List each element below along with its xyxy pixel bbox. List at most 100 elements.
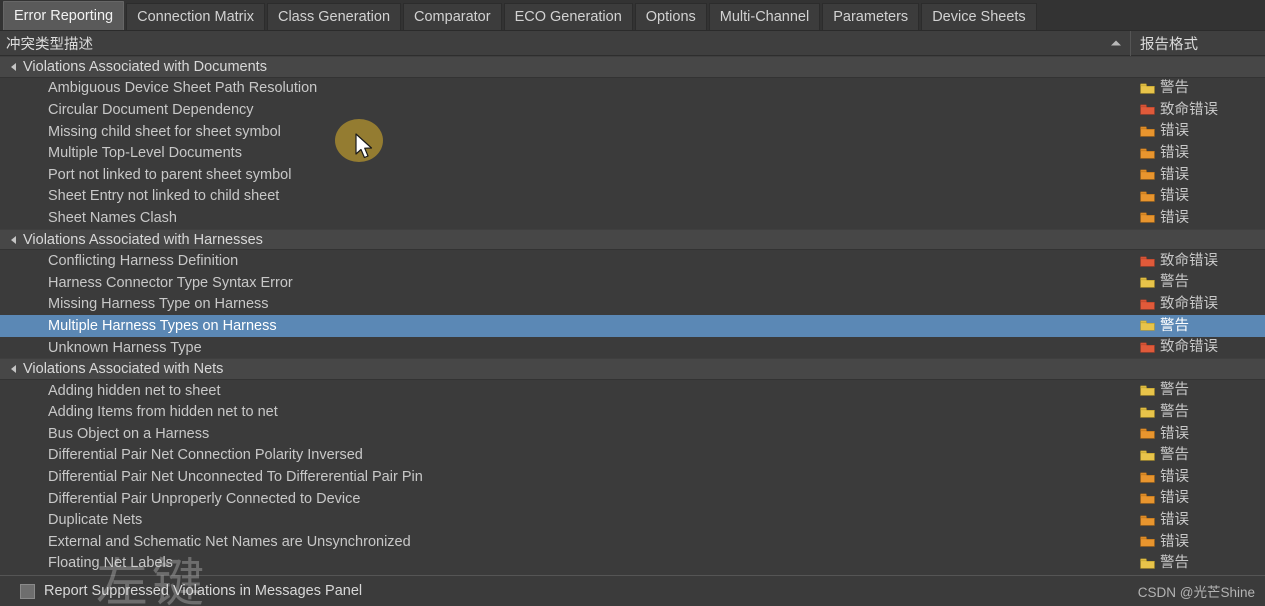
violation-row[interactable]: Adding Items from hidden net to net 警告 [0,401,1265,424]
violation-group-header[interactable]: Violations Associated with Documents [0,56,1265,78]
report-format-cell[interactable]: 错误 [1140,488,1189,510]
violation-name: Differential Pair Unproperly Connected t… [48,490,361,507]
report-format-label: 错误 [1160,512,1189,529]
violation-name: External and Schematic Net Names are Uns… [48,533,411,550]
folder-icon-error [1140,493,1155,504]
report-format-label: 警告 [1160,382,1189,399]
violation-name: Circular Document Dependency [48,101,254,118]
report-format-cell[interactable]: 错误 [1140,509,1189,531]
collapse-triangle-icon[interactable] [11,365,16,374]
report-format-cell[interactable]: 错误 [1140,186,1189,208]
violation-row[interactable]: Port not linked to parent sheet symbol 错误 [0,163,1265,186]
violation-row[interactable]: Differential Pair Net Connection Polarit… [0,444,1265,467]
column-header-description[interactable]: 冲突类型描述 [0,30,1131,56]
folder-icon-warning [1140,277,1155,288]
violation-name: Adding hidden net to sheet [48,382,221,399]
report-suppressed-violations-checkbox[interactable] [20,583,35,599]
violation-name: Unknown Harness Type [48,339,202,356]
report-format-label: 错误 [1160,468,1189,485]
report-format-label: 错误 [1160,209,1189,226]
tab-class-generation[interactable]: Class Generation [266,3,402,30]
report-format-cell[interactable]: 错误 [1140,466,1189,488]
folder-icon-warning [1140,321,1155,332]
report-format-cell[interactable]: 错误 [1140,531,1189,553]
report-format-cell[interactable]: 致命错误 [1140,250,1218,272]
violation-row[interactable]: Differential Pair Net Unconnected To Dif… [0,466,1265,488]
column-header-report-format[interactable]: 报告格式 [1131,31,1265,56]
report-format-cell[interactable]: 错误 [1140,121,1189,143]
violation-row[interactable]: Adding hidden net to sheet 警告 [0,379,1265,402]
violation-row[interactable]: Differential Pair Unproperly Connected t… [0,487,1265,510]
tab-error-reporting[interactable]: Error Reporting [3,1,125,30]
violation-row[interactable]: Ambiguous Device Sheet Path Resolution 警告 [0,77,1265,100]
report-format-cell[interactable]: 致命错误 [1140,337,1218,359]
violation-row[interactable]: Harness Connector Type Syntax Error 警告 [0,271,1265,294]
violation-group-header[interactable]: Violations Associated with Nets [0,358,1265,380]
violation-row[interactable]: Bus Object on a Harness 错误 [0,423,1265,445]
report-format-cell[interactable]: 错误 [1140,142,1189,164]
violation-name: Duplicate Nets [48,512,143,529]
tab-comparator[interactable]: Comparator [403,3,502,30]
violation-row[interactable]: Floating Net Labels 警告 [0,552,1265,575]
report-format-label: 错误 [1160,425,1189,442]
violation-row[interactable]: Conflicting Harness Definition 致命错误 [0,250,1265,272]
tab-multi-channel[interactable]: Multi-Channel [708,3,821,30]
tab-device-sheets[interactable]: Device Sheets [921,3,1037,30]
folder-icon-fatal [1140,342,1155,353]
violation-row[interactable]: Duplicate Nets 错误 [0,509,1265,532]
violation-row[interactable]: Multiple Top-Level Documents 错误 [0,142,1265,164]
folder-icon-fatal [1140,299,1155,310]
report-format-cell[interactable]: 警告 [1140,402,1189,424]
tab-connection-matrix[interactable]: Connection Matrix [126,3,265,30]
tab-eco-generation[interactable]: ECO Generation [503,3,633,30]
report-format-cell[interactable]: 错误 [1140,207,1189,229]
collapse-triangle-icon[interactable] [11,62,16,71]
folder-icon-warning [1140,385,1155,396]
folder-icon-error [1140,213,1155,224]
report-format-cell[interactable]: 警告 [1140,272,1189,294]
report-format-cell[interactable]: 致命错误 [1140,294,1218,316]
report-format-cell[interactable]: 警告 [1140,380,1189,402]
report-suppressed-violations-label: Report Suppressed Violations in Messages… [44,583,363,599]
violation-name: Port not linked to parent sheet symbol [48,166,292,183]
violation-row[interactable]: Missing child sheet for sheet symbol 错误 [0,120,1265,143]
report-format-label: 致命错误 [1160,252,1218,269]
report-format-cell[interactable]: 警告 [1140,78,1189,100]
violation-row[interactable]: Sheet Entry not linked to child sheet 错误 [0,185,1265,208]
report-format-label: 致命错误 [1160,339,1218,356]
collapse-triangle-icon[interactable] [11,235,16,244]
report-format-cell[interactable]: 警告 [1140,445,1189,467]
tab-options[interactable]: Options [634,3,707,30]
violation-row[interactable]: Missing Harness Type on Harness 致命错误 [0,293,1265,316]
report-format-cell[interactable]: 警告 [1140,553,1189,575]
report-format-label: 错误 [1160,166,1189,183]
violation-row[interactable]: Circular Document Dependency 致命错误 [0,99,1265,121]
violation-name: Sheet Entry not linked to child sheet [48,188,280,205]
report-format-cell[interactable]: 错误 [1140,423,1189,445]
sort-ascending-icon[interactable] [1111,40,1121,46]
violation-name: Differential Pair Net Connection Polarit… [48,447,363,464]
footer-bar: Report Suppressed Violations in Messages… [0,575,1265,606]
violation-name: Multiple Top-Level Documents [48,145,242,162]
report-format-cell[interactable]: 致命错误 [1140,99,1218,121]
tab-parameters[interactable]: Parameters [822,3,920,30]
violation-name: Floating Net Labels [48,555,173,572]
violations-list[interactable]: Violations Associated with Documents Ambi… [0,56,1265,575]
violation-name: Harness Connector Type Syntax Error [48,274,293,291]
violation-group-header[interactable]: Violations Associated with Harnesses [0,228,1265,251]
violation-name: Missing child sheet for sheet symbol [48,123,281,140]
folder-icon-warning [1140,83,1155,94]
violation-row[interactable]: Multiple Harness Types on Harness 警告 [0,315,1265,337]
violation-row[interactable]: External and Schematic Net Names are Uns… [0,531,1265,553]
folder-icon-fatal [1140,256,1155,267]
violation-row[interactable]: Sheet Names Clash 错误 [0,207,1265,229]
column-header-report-format-label: 报告格式 [1140,36,1198,53]
violation-group-title: Violations Associated with Harnesses [23,231,263,248]
tab-bar: Error Reporting Connection Matrix Class Ge… [0,0,1265,31]
violation-row[interactable]: Unknown Harness Type 致命错误 [0,336,1265,359]
report-format-cell[interactable]: 警告 [1140,315,1189,337]
folder-icon-error [1140,536,1155,547]
report-format-cell[interactable]: 错误 [1140,164,1189,186]
violation-name: Missing Harness Type on Harness [48,296,269,313]
report-format-label: 警告 [1160,404,1189,421]
